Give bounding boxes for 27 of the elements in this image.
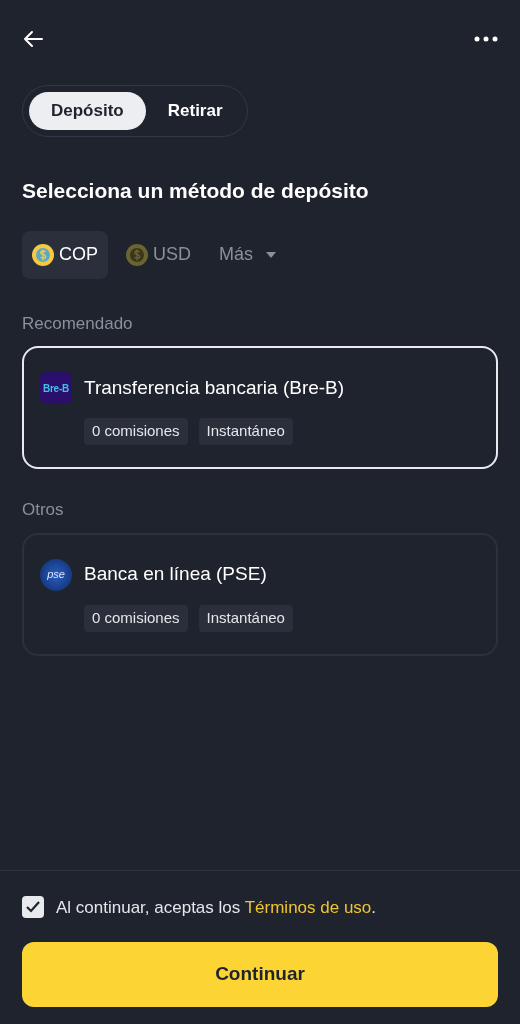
bank-logo: Bre-B	[40, 372, 72, 404]
dollar-coin-icon	[126, 243, 148, 266]
tag: 0 comisiones	[84, 418, 188, 445]
tab[interactable]: Depósito	[29, 92, 146, 130]
bank-logo: pse	[40, 558, 72, 591]
section-heading: Otros	[22, 499, 65, 521]
tag: Instantáneo	[198, 604, 293, 632]
tab[interactable]: Retirar	[149, 92, 241, 130]
tag: Instantáneo	[198, 418, 293, 445]
page-title: Selecciona un método de depósito	[22, 178, 370, 204]
caret-icon	[266, 251, 277, 258]
payment-method-card[interactable]: pse Banca en línea (PSE) 0 comisiones Instantáneo	[22, 532, 498, 656]
tag: 0 comisiones	[84, 604, 188, 632]
terms-checkbox[interactable]	[22, 896, 44, 919]
method-name: Transferencia bancaria (Bre-B)	[84, 375, 345, 400]
currency-chip[interactable]: Más	[209, 230, 287, 279]
currency-chip[interactable]: COP	[22, 230, 108, 279]
check-icon	[26, 901, 40, 914]
terms-text: Al continuar, aceptas los Términos de uso.	[56, 896, 377, 919]
continue-button[interactable]: Continuar	[22, 942, 498, 1007]
method-name: Banca en línea (PSE)	[84, 562, 267, 587]
terms-link[interactable]: Términos de uso	[244, 897, 372, 917]
section-heading: Recomendado	[22, 312, 134, 335]
payment-method-card[interactable]: Bre-B Transferencia bancaria (Bre-B) 0 comisiones Instantáneo	[22, 346, 498, 469]
dollar-coin-icon	[32, 243, 54, 266]
currency-chip[interactable]: USD	[116, 230, 202, 279]
more-icon[interactable]	[474, 36, 498, 42]
